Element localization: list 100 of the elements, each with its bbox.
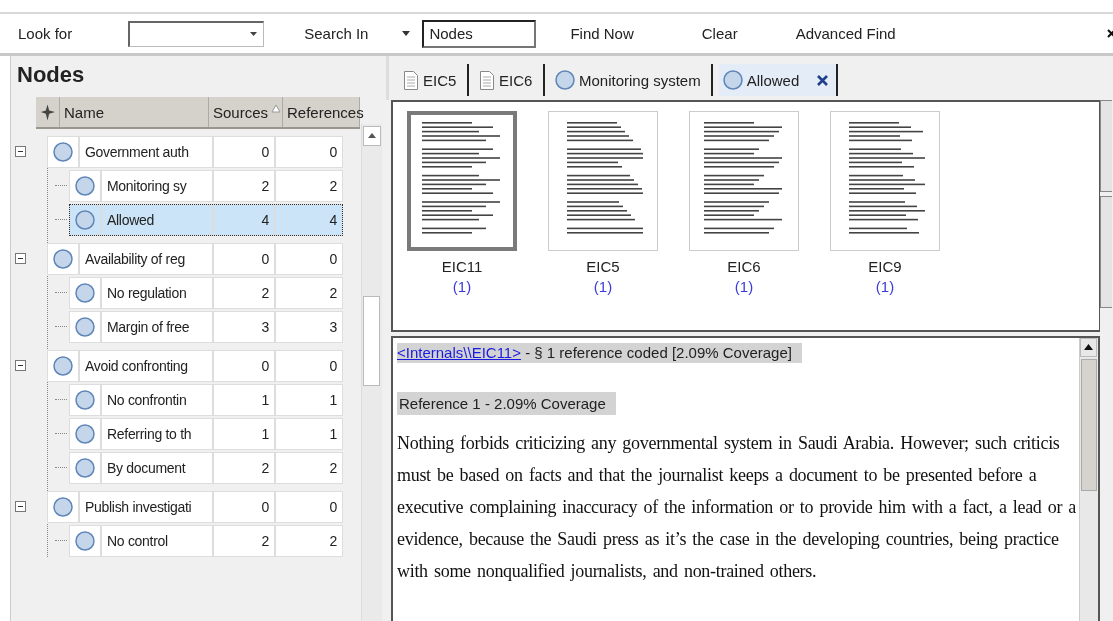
scrollbar[interactable] xyxy=(361,124,382,621)
references-count: 2 xyxy=(275,452,343,484)
sources-count: 0 xyxy=(213,136,275,168)
tree-row[interactable]: Avoid confronting 0 0 xyxy=(47,350,343,382)
close-icon[interactable] xyxy=(1107,29,1113,38)
tree-row[interactable]: No confrontin 1 1 xyxy=(69,384,343,416)
find-bar-button[interactable]: Find Now xyxy=(566,23,638,44)
thumbnail-name: EIC11 xyxy=(441,258,483,275)
scroll-up-icon[interactable] xyxy=(1080,338,1097,357)
node-icon xyxy=(53,356,73,376)
look-for-dropdown[interactable] xyxy=(128,20,265,47)
column-heading[interactable]: Name xyxy=(64,103,104,121)
sources-count: 2 xyxy=(213,170,275,202)
scrollbar-thumb[interactable] xyxy=(1081,359,1097,491)
node-icon xyxy=(722,70,743,90)
collapse-toggle-icon[interactable] xyxy=(15,360,26,371)
collapse-toggle-icon[interactable] xyxy=(15,146,26,157)
reference-count-link[interactable]: (1) xyxy=(593,278,613,295)
collapse-toggle-icon[interactable] xyxy=(15,501,26,512)
node-name: Allowed xyxy=(101,204,213,236)
node-icon xyxy=(75,424,95,444)
sources-count: 0 xyxy=(213,350,275,382)
page-thumbnail[interactable] xyxy=(407,111,517,251)
tree-row[interactable]: Government auth 0 0 xyxy=(47,136,343,168)
tree-row[interactable]: By document 2 2 xyxy=(69,452,343,484)
sources-count: 2 xyxy=(213,277,275,309)
references-count: 2 xyxy=(275,170,343,202)
tree-row[interactable]: No control 2 2 xyxy=(69,525,343,557)
node-name: Monitoring sy xyxy=(101,170,213,202)
reference-label: Reference 1 - 2.09% Coverage xyxy=(397,392,616,415)
document-icon xyxy=(479,69,495,91)
page-thumbnail[interactable] xyxy=(548,111,658,251)
find-bar-button[interactable]: Clear xyxy=(697,23,742,44)
close-icon[interactable] xyxy=(817,74,829,86)
panel-title: Nodes xyxy=(16,61,86,89)
search-in-field[interactable]: Nodes xyxy=(422,19,537,48)
sources-count: 4 xyxy=(213,204,275,236)
scrollbar[interactable] xyxy=(1079,338,1098,621)
references-count: 2 xyxy=(275,525,343,557)
node-name: Government auth xyxy=(79,136,213,168)
reference-count-link[interactable]: (1) xyxy=(875,278,895,295)
scroll-up-icon[interactable] xyxy=(363,126,381,146)
document-tab[interactable]: Allowed xyxy=(718,64,839,96)
scrollbar-thumb[interactable] xyxy=(363,296,380,386)
search-in-label: Search In xyxy=(304,25,369,42)
node-icon xyxy=(75,390,95,410)
document-tab[interactable]: EIC6 xyxy=(475,64,545,96)
caret-icon xyxy=(250,32,258,36)
column-heading[interactable]: Sources xyxy=(213,103,282,121)
node-icon xyxy=(75,458,95,478)
node-name: Margin of free xyxy=(101,311,213,343)
references-count: 2 xyxy=(275,277,343,309)
reference-count-link[interactable]: (1) xyxy=(452,278,472,295)
document-tab[interactable]: EIC5 xyxy=(399,64,469,96)
node-icon xyxy=(53,497,73,517)
caret-icon[interactable] xyxy=(402,31,411,36)
pin-icon xyxy=(40,102,55,122)
tree-row[interactable]: Referring to th 1 1 xyxy=(69,418,343,450)
document-tab[interactable]: Monitoring system xyxy=(551,64,713,96)
side-tab[interactable] xyxy=(1100,100,1112,192)
page-thumbnail[interactable] xyxy=(830,111,940,251)
sources-count: 2 xyxy=(213,452,275,484)
reference-count-link[interactable]: (1) xyxy=(734,278,754,295)
tree-row[interactable]: Monitoring sy 2 2 xyxy=(69,170,343,202)
thumbnail-name: EIC9 xyxy=(868,258,902,275)
node-name: No confrontin xyxy=(101,384,213,416)
references-count: 4 xyxy=(275,204,343,236)
tree-row[interactable]: Margin of free 3 3 xyxy=(69,311,343,343)
node-name: No control xyxy=(101,525,213,557)
sources-count: 1 xyxy=(213,418,275,450)
node-icon xyxy=(75,531,95,551)
tree-row[interactable]: Publish investigati 0 0 xyxy=(47,491,343,523)
thumbnail-name: EIC5 xyxy=(586,258,620,275)
coded-paragraph: Nothing forbids criticizing any governmental system in Saudi Arabia. However; such criticis must be based on facts and that the journalist keeps a document to be presented before a executive complaining inaccuracy of the information or to provide him with a fact, a lead or a evidence, because the Saudi press as it’s the case in the developing countries, being practice with some nonqualified journalists, and non-trained others. xyxy=(397,432,1075,583)
references-count: 3 xyxy=(275,311,343,343)
thumbnail-name: EIC6 xyxy=(727,258,761,275)
node-name: Availability of reg xyxy=(79,243,213,275)
tree-row[interactable]: Allowed 4 4 xyxy=(69,204,343,236)
coverage-summary: - § 1 reference coded [2.09% Coverage] xyxy=(524,344,792,361)
references-count: 0 xyxy=(275,136,343,168)
find-bar-button[interactable]: Advanced Find xyxy=(791,23,900,44)
page-thumbnail[interactable] xyxy=(689,111,799,251)
tree-row[interactable]: Availability of reg 0 0 xyxy=(47,243,343,275)
node-name: Publish investigati xyxy=(79,491,213,523)
references-count: 1 xyxy=(275,384,343,416)
source-link[interactable]: <Internals\\EIC11> xyxy=(397,344,521,361)
sources-count: 0 xyxy=(213,243,275,275)
references-count: 0 xyxy=(275,243,343,275)
node-icon xyxy=(75,176,95,196)
references-count: 0 xyxy=(275,491,343,523)
node-icon xyxy=(53,142,73,162)
node-icon xyxy=(75,210,95,230)
side-tab[interactable] xyxy=(1100,196,1112,308)
sources-count: 1 xyxy=(213,384,275,416)
references-count: 1 xyxy=(275,418,343,450)
column-heading[interactable]: References xyxy=(287,103,364,121)
sources-count: 2 xyxy=(213,525,275,557)
collapse-toggle-icon[interactable] xyxy=(15,253,26,264)
references-count: 0 xyxy=(275,350,343,382)
tree-row[interactable]: No regulation 2 2 xyxy=(69,277,343,309)
